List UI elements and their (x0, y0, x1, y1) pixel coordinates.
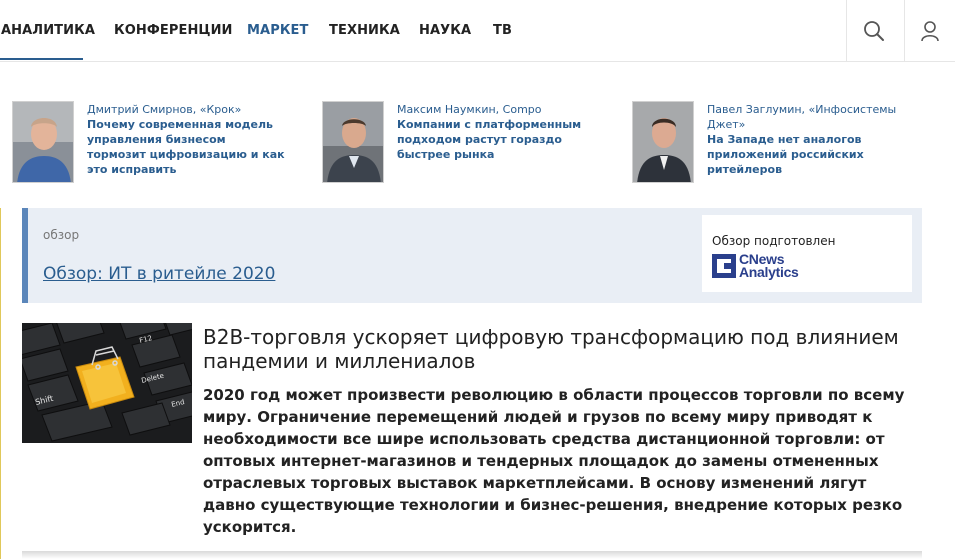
sponsor-label: Обзор подготовлен (712, 234, 836, 248)
review-banner: обзор Обзор: ИТ в ритейле 2020 Обзор под… (22, 208, 922, 303)
article-lead: 2020 год может произвести революцию в об… (203, 386, 905, 536)
expert-text: Павел Заглумин, «Инфосистемы Джет» На За… (707, 102, 907, 177)
expert-name[interactable]: Максим Наумкин, Compo (397, 102, 597, 117)
active-tab-indicator (0, 58, 83, 60)
expert-text: Дмитрий Смирнов, «Крок» Почему современн… (87, 102, 287, 177)
search-button[interactable] (846, 0, 901, 62)
logo-line-2: Analytics (739, 264, 799, 280)
nav-item-tv[interactable]: ТВ (493, 23, 512, 38)
expert-text: Максим Наумкин, Compo Компании с платфор… (397, 102, 597, 162)
card-shadow (22, 551, 922, 559)
expert-photo (12, 101, 74, 183)
nav-item-analytics[interactable]: АНАЛИТИКА (1, 23, 95, 38)
expert-headline[interactable]: Почему современная модель управления биз… (87, 117, 287, 177)
expert-headline[interactable]: Компании с платформенным подходом растут… (397, 117, 597, 162)
user-icon (921, 21, 939, 42)
review-tag: обзор (43, 228, 80, 242)
search-icon (864, 21, 884, 41)
article-title[interactable]: B2B-торговля ускоряет цифровую трансформ… (203, 325, 923, 373)
expert-photo (632, 101, 694, 183)
sponsor-block[interactable]: Обзор подготовлен CNews Analytics (702, 215, 912, 292)
account-button[interactable] (904, 0, 955, 62)
expert-headline[interactable]: На Западе нет аналогов приложений россий… (707, 132, 907, 177)
nav-item-conferences[interactable]: КОНФЕРЕНЦИИ (114, 23, 233, 38)
content-divider (0, 208, 1, 559)
article-image[interactable]: Shift F12 Delete End (22, 323, 192, 443)
expert-photo (322, 101, 384, 183)
top-navigation: АНАЛИТИКА КОНФЕРЕНЦИИ МАРКЕТ ТЕХНИКА НАУ… (0, 0, 955, 62)
expert-card[interactable]: Максим Наумкин, Compo Компании с платфор… (322, 101, 612, 183)
expert-name[interactable]: Дмитрий Смирнов, «Крок» (87, 102, 287, 117)
nav-item-tech[interactable]: ТЕХНИКА (329, 23, 400, 38)
expert-card[interactable]: Дмитрий Смирнов, «Крок» Почему современн… (12, 101, 302, 183)
expert-name[interactable]: Павел Заглумин, «Инфосистемы Джет» (707, 102, 907, 132)
cnews-analytics-logo: CNews Analytics (712, 252, 799, 280)
logo-mark-icon (712, 254, 736, 278)
review-link[interactable]: Обзор: ИТ в ритейле 2020 (43, 264, 275, 284)
expert-card[interactable]: Павел Заглумин, «Инфосистемы Джет» На За… (632, 101, 922, 183)
nav-item-market[interactable]: МАРКЕТ (247, 23, 309, 38)
nav-item-science[interactable]: НАУКА (419, 23, 471, 38)
